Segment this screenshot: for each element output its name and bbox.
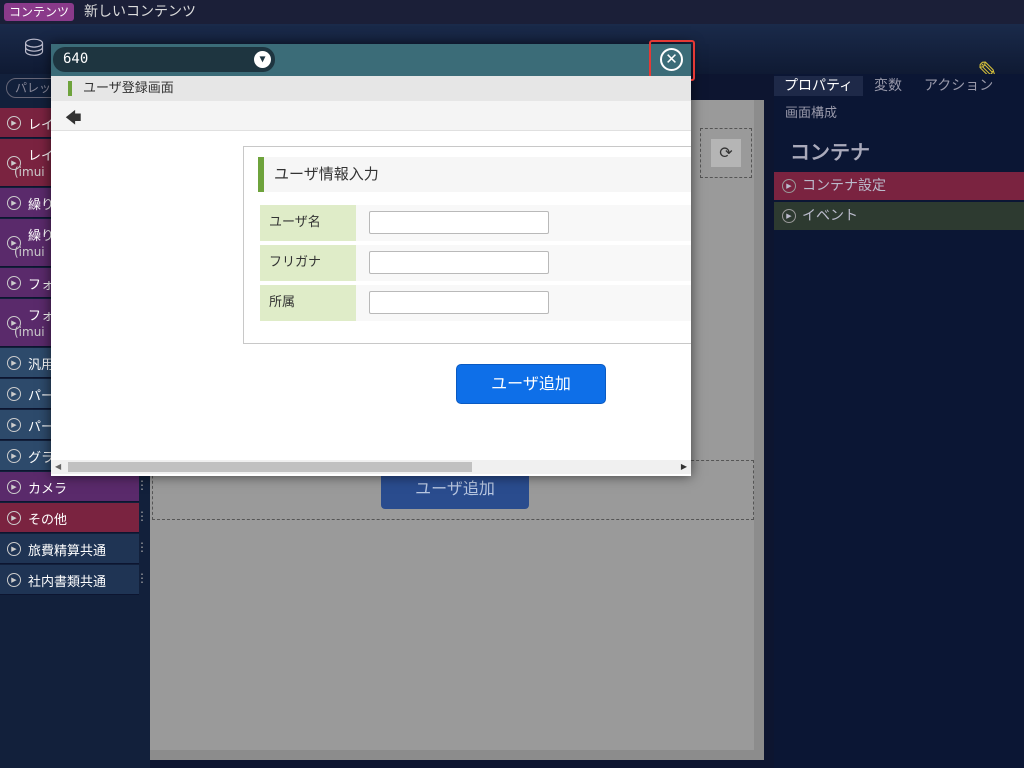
refresh-icon[interactable]: ⟳ — [711, 139, 741, 167]
screen-size-value: 640 — [63, 51, 89, 67]
palette-item-label: 旅費精算共通 — [28, 544, 107, 559]
expand-arrow-icon: ▶ — [7, 275, 21, 290]
tab-actions[interactable]: アクション — [924, 76, 993, 96]
department-input[interactable] — [369, 291, 549, 314]
field-label: ユーザ名 — [260, 205, 356, 241]
furigana-input[interactable] — [369, 251, 549, 274]
palette-item-label: カメラ — [28, 482, 68, 497]
expand-arrow-icon: ▶ — [782, 209, 796, 223]
palette-item[interactable]: ▶ 旅費精算共通 ⋮ — [0, 534, 148, 564]
screen-title: ユーザ登録画面 — [83, 81, 174, 96]
expand-arrow-icon: ▶ — [7, 448, 21, 463]
form-row-furigana: フリガナ — [260, 245, 691, 281]
close-highlight: ✕ — [649, 40, 695, 81]
panel-tabs: プロパティ 変数 アクション — [774, 74, 1024, 98]
drag-handle-icon[interactable]: ⋮ — [136, 540, 148, 554]
event-row[interactable]: ▶ イベント — [774, 202, 1024, 230]
form-title-text: ユーザ情報入力 — [274, 165, 379, 183]
close-icon[interactable]: ✕ — [660, 48, 683, 71]
scrollbar-thumb[interactable] — [68, 462, 472, 472]
row-label: イベント — [802, 208, 858, 224]
tab-screen-structure[interactable]: 画面構成 — [785, 102, 837, 121]
properties-panel: プロパティ 変数 アクション 画面構成 コンテナ ▶ コンテナ設定 ▶ イベント — [774, 74, 1024, 768]
expand-arrow-icon: ▶ — [7, 355, 21, 370]
content-badge: コンテンツ — [4, 3, 75, 21]
screen-title-bar: ユーザ登録画面 — [51, 76, 691, 101]
palette-item[interactable]: ▶ 社内書類共通 ⋮ — [0, 565, 148, 595]
username-input[interactable] — [369, 211, 549, 234]
expand-arrow-icon: ▶ — [7, 572, 21, 587]
form-title: ユーザ情報入力 — [258, 157, 691, 192]
nav-bar: 🡄 — [51, 101, 691, 131]
palette-item[interactable]: ▶ その他 ⋮ — [0, 503, 148, 533]
title-accent-bar — [258, 157, 264, 192]
field-label: フリガナ — [260, 245, 356, 281]
back-arrow-icon[interactable]: 🡄 — [65, 107, 82, 134]
expand-arrow-icon: ▶ — [7, 510, 21, 525]
tab-properties[interactable]: プロパティ — [774, 76, 864, 96]
panel-heading: コンテナ — [790, 140, 870, 164]
expand-arrow-icon: ▶ — [7, 195, 21, 210]
dialog-content: ユーザ情報入力 ユーザ名 フリガナ 所属 ユーザ追加 — [51, 132, 691, 462]
scroll-left-icon[interactable]: ◀ — [55, 462, 61, 471]
drag-handle-icon[interactable]: ⋮ — [136, 509, 148, 523]
database-icon[interactable]: ⛁ — [24, 34, 44, 62]
expand-arrow-icon: ▶ — [7, 115, 21, 130]
user-form: ユーザ情報入力 ユーザ名 フリガナ 所属 — [243, 146, 691, 344]
expand-arrow-icon: ▶ — [782, 179, 796, 193]
expand-arrow-icon: ▶ — [7, 541, 21, 556]
palette-item-label: 社内書類共通 — [28, 575, 107, 590]
field-label: 所属 — [260, 285, 356, 321]
palette-item-sub: (imui — [14, 165, 45, 179]
title-marker — [68, 81, 72, 96]
container-settings-row[interactable]: ▶ コンテナ設定 — [774, 172, 1024, 200]
palette-item-sub: (imui — [14, 245, 45, 259]
form-row-username: ユーザ名 — [260, 205, 691, 241]
dialog-header: 640 ▼ ✕ — [51, 40, 695, 81]
form-row-department: 所属 — [260, 285, 691, 321]
expand-arrow-icon: ▶ — [7, 386, 21, 401]
palette-item[interactable]: ▶ カメラ ⋮ — [0, 472, 148, 502]
scroll-right-icon[interactable]: ▶ — [681, 462, 687, 471]
horizontal-scrollbar[interactable]: ◀ ▶ — [51, 460, 691, 474]
drag-handle-icon[interactable]: ⋮ — [136, 571, 148, 585]
content-title: 新しいコンテンツ — [84, 4, 196, 20]
title-bar: コンテンツ 新しいコンテンツ — [0, 0, 1024, 24]
preview-dialog: 640 ▼ ✕ ユーザ登録画面 🡄 ユーザ情報入力 ユーザ名 フリガナ 所属 ユ… — [51, 40, 695, 476]
screen-size-select[interactable]: 640 ▼ — [53, 47, 275, 72]
add-user-button[interactable]: ユーザ追加 — [456, 364, 606, 404]
drag-handle-icon[interactable]: ⋮ — [136, 478, 148, 492]
expand-arrow-icon: ▶ — [7, 479, 21, 494]
canvas-refresh-area: ⟳ — [700, 128, 752, 178]
palette-item-sub: (imui — [14, 325, 45, 339]
row-label: コンテナ設定 — [802, 178, 886, 194]
palette-item-label: その他 — [28, 513, 68, 528]
chevron-down-icon: ▼ — [254, 51, 271, 68]
expand-arrow-icon: ▶ — [7, 417, 21, 432]
tab-variables[interactable]: 変数 — [874, 76, 902, 96]
